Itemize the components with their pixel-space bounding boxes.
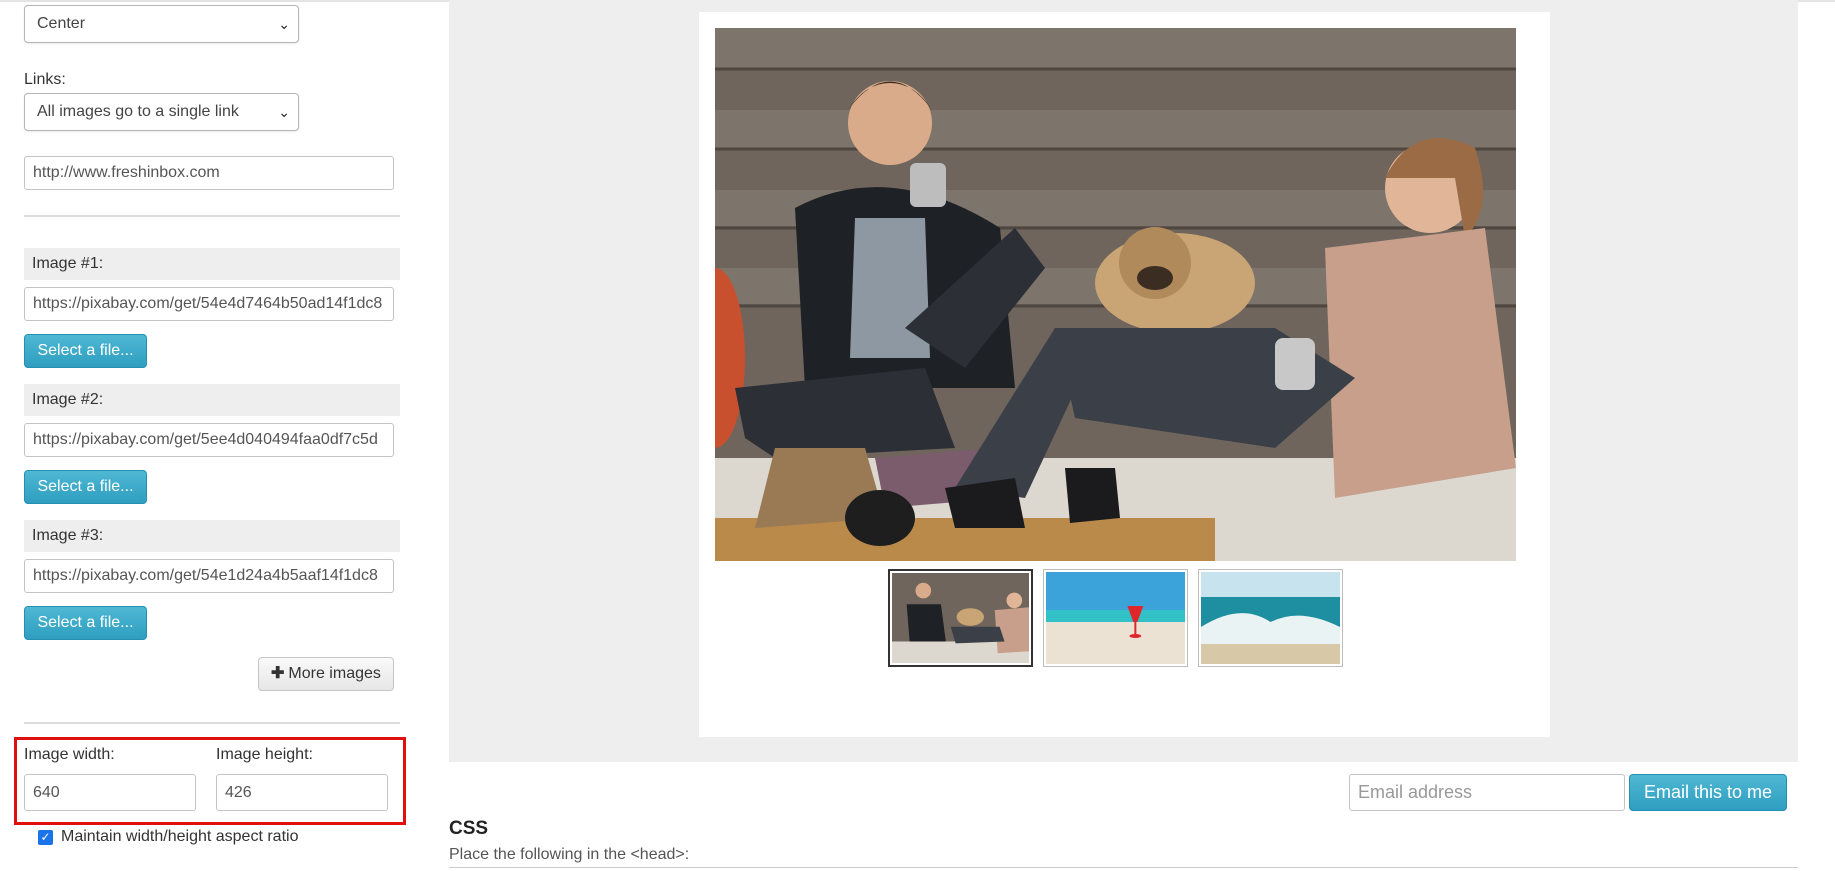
beach-with-red-drink-thumbnail bbox=[1046, 572, 1185, 664]
image-height-label: Image height: bbox=[216, 746, 313, 763]
links-label: Links: bbox=[24, 71, 66, 88]
aspect-ratio-label: Maintain width/height aspect ratio bbox=[61, 828, 299, 845]
image-3-select-file-button[interactable]: Select a file... bbox=[24, 606, 147, 640]
css-heading: CSS bbox=[449, 818, 489, 839]
image-width-label: Image width: bbox=[24, 746, 115, 763]
thumbnail-2[interactable] bbox=[1043, 569, 1188, 667]
thumbnail-1[interactable] bbox=[888, 569, 1033, 667]
aspect-ratio-checkbox[interactable]: ✓ bbox=[38, 830, 53, 845]
link-url-input[interactable]: http://www.freshinbox.com bbox=[24, 156, 394, 190]
thumbnail-3[interactable] bbox=[1198, 569, 1343, 667]
couple-with-pug-thumbnail bbox=[892, 573, 1029, 663]
alignment-select[interactable]: Center ⌄ bbox=[24, 5, 299, 43]
divider bbox=[24, 722, 400, 724]
image-height-input[interactable]: 426 bbox=[216, 774, 388, 811]
alignment-select-value: Center bbox=[37, 15, 86, 32]
divider bbox=[449, 867, 1798, 868]
email-address-input[interactable]: Email address bbox=[1349, 774, 1625, 811]
email-this-to-me-button[interactable]: Email this to me bbox=[1629, 774, 1787, 811]
main-preview-image[interactable] bbox=[715, 28, 1516, 561]
image-1-label: Image #1: bbox=[24, 248, 400, 280]
couple-with-pug-image bbox=[715, 28, 1516, 561]
more-images-label: More images bbox=[288, 665, 381, 682]
links-select[interactable]: All images go to a single link ⌄ bbox=[24, 93, 299, 131]
image-3-url-input[interactable]: https://pixabay.com/get/54e1d24a4b5aaf14… bbox=[24, 559, 394, 593]
image-1-select-file-button[interactable]: Select a file... bbox=[24, 334, 147, 368]
chevron-down-icon: ⌄ bbox=[278, 104, 290, 120]
image-3-label: Image #3: bbox=[24, 520, 400, 552]
links-select-value: All images go to a single link bbox=[37, 103, 239, 120]
plus-icon: ✚ bbox=[271, 665, 285, 682]
divider bbox=[24, 215, 400, 217]
image-1-url-input[interactable]: https://pixabay.com/get/54e4d7464b50ad14… bbox=[24, 287, 394, 321]
ocean-wave-thumbnail bbox=[1201, 572, 1340, 664]
image-2-label: Image #2: bbox=[24, 384, 400, 416]
chevron-down-icon: ⌄ bbox=[278, 16, 290, 32]
css-instructions: Place the following in the <head>: bbox=[449, 846, 690, 863]
image-width-input[interactable]: 640 bbox=[24, 774, 196, 811]
more-images-button[interactable]: ✚ More images bbox=[258, 657, 394, 691]
image-2-url-input[interactable]: https://pixabay.com/get/5ee4d040494faa0d… bbox=[24, 423, 394, 457]
image-2-select-file-button[interactable]: Select a file... bbox=[24, 470, 147, 504]
